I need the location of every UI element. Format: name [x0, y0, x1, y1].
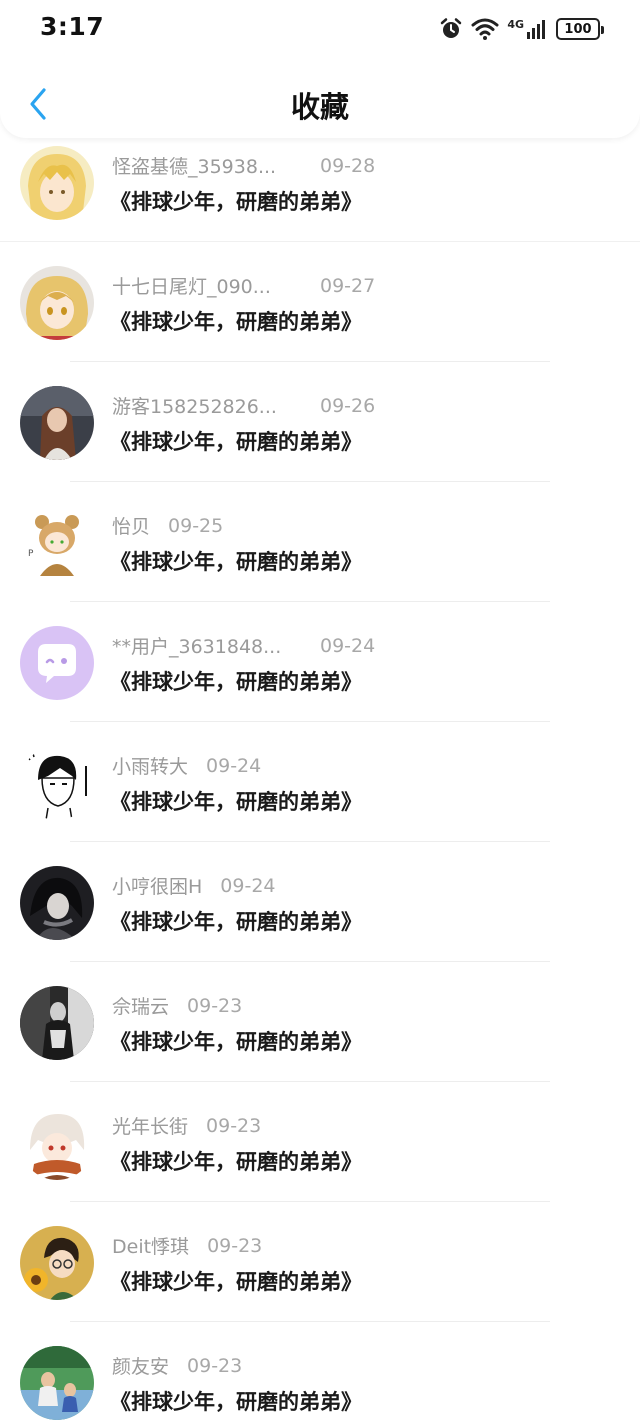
username: 游客158252826...: [112, 396, 277, 418]
user-line: Deit悸琪 09-23: [112, 1232, 262, 1259]
date-label: 09-25: [168, 514, 224, 537]
list-item[interactable]: 颜友安 09-23 《排球少年，研磨的弟弟》: [0, 1322, 640, 1422]
username: 佘瑞云: [112, 996, 170, 1018]
top-bar: 3:17 4G 100 收藏: [0, 0, 640, 138]
book-title[interactable]: 《排球少年，研磨的弟弟》: [110, 666, 362, 696]
status-time: 3:17: [40, 12, 105, 41]
book-title[interactable]: 《排球少年，研磨的弟弟》: [110, 186, 362, 216]
username: 十七日尾灯_090...: [112, 276, 271, 298]
date-label: 09-23: [207, 1234, 263, 1257]
list-item[interactable]: 佘瑞云 09-23 《排球少年，研磨的弟弟》: [0, 962, 640, 1082]
username: **用户_3631848...: [112, 636, 282, 658]
avatar[interactable]: [20, 986, 94, 1060]
list-item[interactable]: 怪盗基德_35938... 09-28 《排球少年，研磨的弟弟》: [0, 138, 640, 242]
user-line: 佘瑞云 09-23: [112, 992, 242, 1019]
book-title[interactable]: 《排球少年，研磨的弟弟》: [110, 1146, 362, 1176]
user-line: 怪盗基德_35938... 09-28: [112, 152, 375, 179]
user-line: **用户_3631848... 09-24: [112, 632, 375, 659]
avatar[interactable]: [20, 746, 94, 820]
username: 颜友安: [112, 1356, 170, 1378]
book-title[interactable]: 《排球少年，研磨的弟弟》: [110, 546, 362, 576]
list-item[interactable]: P 怡贝 09-25 《排球少年，研磨的弟弟》: [0, 482, 640, 602]
avatar[interactable]: [20, 386, 94, 460]
avatar[interactable]: [20, 146, 94, 220]
book-title[interactable]: 《排球少年，研磨的弟弟》: [110, 1026, 362, 1056]
list-item[interactable]: Deit悸琪 09-23 《排球少年，研磨的弟弟》: [0, 1202, 640, 1322]
user-line: 颜友安 09-23: [112, 1352, 242, 1379]
date-label: 09-24: [320, 634, 376, 657]
user-line: 十七日尾灯_090... 09-27: [112, 272, 375, 299]
book-title[interactable]: 《排球少年，研磨的弟弟》: [110, 786, 362, 816]
user-line: 怡贝 09-25: [112, 512, 223, 539]
user-line: 光年长街 09-23: [112, 1112, 261, 1139]
username: 怡贝: [112, 516, 151, 538]
avatar[interactable]: [20, 1226, 94, 1300]
date-label: 09-26: [320, 394, 376, 417]
book-title[interactable]: 《排球少年，研磨的弟弟》: [110, 906, 362, 936]
book-title[interactable]: 《排球少年，研磨的弟弟》: [110, 1386, 362, 1416]
battery-level: 100: [564, 21, 592, 37]
user-line: 小雨转大 09-24: [112, 752, 261, 779]
date-label: 09-24: [206, 754, 262, 777]
date-label: 09-23: [187, 1354, 243, 1377]
user-line: 游客158252826... 09-26: [112, 392, 375, 419]
battery-indicator: 100: [556, 18, 604, 40]
svg-text:P: P: [28, 549, 34, 559]
username: 小雨转大: [112, 756, 189, 778]
status-icons: 4G 100: [439, 14, 604, 44]
list-item[interactable]: **用户_3631848... 09-24 《排球少年，研磨的弟弟》: [0, 602, 640, 722]
list-item[interactable]: 小雨转大 09-24 《排球少年，研磨的弟弟》: [0, 722, 640, 842]
username: 小哼很困H: [112, 876, 203, 898]
book-title[interactable]: 《排球少年，研磨的弟弟》: [110, 306, 362, 336]
wifi-icon: [471, 18, 499, 40]
book-title[interactable]: 《排球少年，研磨的弟弟》: [110, 426, 362, 456]
date-label: 09-23: [206, 1114, 262, 1137]
username: 光年长街: [112, 1116, 189, 1138]
date-label: 09-23: [187, 994, 243, 1017]
avatar[interactable]: P: [20, 506, 94, 580]
avatar[interactable]: [20, 866, 94, 940]
status-bar: 3:17 4G 100: [0, 0, 640, 58]
avatar[interactable]: [20, 1106, 94, 1180]
alarm-icon: [441, 18, 462, 38]
list-item[interactable]: 十七日尾灯_090... 09-27 《排球少年，研磨的弟弟》: [0, 242, 640, 362]
network-type-label: 4G: [507, 17, 524, 31]
signal-icon: [527, 20, 545, 39]
username: 怪盗基德_35938...: [112, 156, 277, 178]
list-item[interactable]: 光年长街 09-23 《排球少年，研磨的弟弟》: [0, 1082, 640, 1202]
avatar[interactable]: [20, 266, 94, 340]
list-item[interactable]: 游客158252826... 09-26 《排球少年，研磨的弟弟》: [0, 362, 640, 482]
avatar[interactable]: [20, 1346, 94, 1420]
user-line: 小哼很困H 09-24: [112, 872, 276, 899]
list-item[interactable]: 小哼很困H 09-24 《排球少年，研磨的弟弟》: [0, 842, 640, 962]
avatar[interactable]: [20, 626, 94, 700]
book-title[interactable]: 《排球少年，研磨的弟弟》: [110, 1266, 362, 1296]
favorites-list: 怪盗基德_35938... 09-28 《排球少年，研磨的弟弟》 十七日尾灯_0…: [0, 138, 640, 1422]
date-label: 09-24: [220, 874, 276, 897]
date-label: 09-28: [320, 154, 376, 177]
username: Deit悸琪: [112, 1236, 190, 1258]
page-title: 收藏: [290, 90, 349, 124]
date-label: 09-27: [320, 274, 376, 297]
